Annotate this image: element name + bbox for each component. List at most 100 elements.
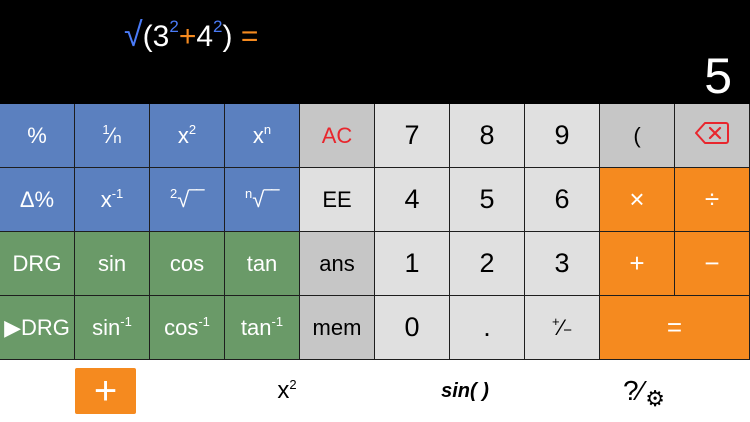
- digit-9-label: 9: [554, 120, 570, 150]
- mem-key[interactable]: mem: [300, 296, 375, 360]
- digit-2-label: 2: [479, 248, 495, 278]
- toolbar-square-base: x: [277, 377, 290, 404]
- percent-key-label: %: [27, 122, 47, 148]
- arccos-key-exponent: -1: [198, 314, 210, 329]
- digit-5-label: 5: [479, 184, 495, 214]
- digit-3-label: 3: [554, 248, 570, 278]
- minus-key[interactable]: −: [675, 232, 750, 296]
- digit-0-label: 0: [404, 312, 420, 342]
- digit-4-label: 4: [404, 184, 420, 214]
- digit-0-key[interactable]: 0: [375, 296, 450, 360]
- backspace-key[interactable]: [675, 104, 750, 168]
- square-key-exponent: 2: [188, 122, 197, 137]
- digit-6-key[interactable]: 6: [525, 168, 600, 232]
- ee-key[interactable]: EE: [300, 168, 375, 232]
- ans-key-label: ans: [319, 250, 355, 276]
- digit-5-key[interactable]: 5: [450, 168, 525, 232]
- digit-6-label: 6: [554, 184, 570, 214]
- negate-key[interactable]: + ⁄ −: [525, 296, 600, 360]
- inverse-key[interactable]: x -1: [75, 168, 150, 232]
- toolbar-square-button[interactable]: x2: [255, 366, 319, 416]
- result-display: 5: [704, 48, 732, 104]
- digit-7-label: 7: [404, 120, 420, 150]
- expression-open-paren: (: [142, 20, 153, 53]
- square-key[interactable]: x2: [150, 104, 225, 168]
- expression-equals: =: [240, 20, 259, 53]
- digit-4-key[interactable]: 4: [375, 168, 450, 232]
- toolbar-square-exponent: 2: [289, 376, 297, 392]
- arccos-key-base: cos: [164, 314, 199, 340]
- expression-base-2: 4: [196, 20, 214, 53]
- expression-exponent-2: 2: [213, 17, 223, 36]
- digit-9-key[interactable]: 9: [525, 104, 600, 168]
- divide-key-label: ÷: [704, 184, 720, 214]
- digit-8-key[interactable]: 8: [450, 104, 525, 168]
- expression-display: √(32+42) =: [124, 10, 259, 54]
- cos-key[interactable]: cos: [150, 232, 225, 296]
- square-root-sign: √‾‾: [177, 186, 204, 212]
- sin-key[interactable]: sin: [75, 232, 150, 296]
- clear-key[interactable]: AC: [300, 104, 375, 168]
- arctan-key-exponent: -1: [271, 314, 284, 329]
- reciprocal-key[interactable]: 1 ⁄ n: [75, 104, 150, 168]
- digit-1-label: 1: [404, 248, 420, 278]
- delta-percent-label: Δ%: [19, 186, 55, 212]
- nth-root-index: n: [245, 186, 253, 201]
- equals-key-label: =: [666, 312, 683, 342]
- digit-7-key[interactable]: 7: [375, 104, 450, 168]
- square-root-index: 2: [170, 186, 178, 201]
- arctan-key-base: tan: [240, 314, 272, 340]
- drg-convert-label: ▶DRG: [4, 314, 70, 340]
- toolbar-plus-label: +: [93, 369, 118, 413]
- minus-key-label: −: [704, 248, 720, 278]
- clear-key-label: AC: [321, 122, 353, 148]
- arcsin-key-exponent: -1: [120, 314, 132, 329]
- digit-8-label: 8: [479, 120, 495, 150]
- expression-exponent-1: 2: [169, 17, 179, 36]
- plus-key-label: +: [629, 248, 645, 278]
- digit-3-key[interactable]: 3: [525, 232, 600, 296]
- expression-base-1: 3: [152, 20, 170, 53]
- plus-key[interactable]: +: [600, 232, 675, 296]
- negate-key-plus: +: [551, 314, 560, 329]
- drg-convert-key[interactable]: ▶DRG: [0, 296, 75, 360]
- square-root-key[interactable]: 2 √‾‾: [150, 168, 225, 232]
- decimal-key[interactable]: .: [450, 296, 525, 360]
- drg-key[interactable]: DRG: [0, 232, 75, 296]
- display-panel: √(32+42) = 5: [0, 0, 750, 104]
- divide-key[interactable]: ÷: [675, 168, 750, 232]
- nth-root-sign: √‾‾: [252, 186, 279, 212]
- nth-root-key[interactable]: n √‾‾: [225, 168, 300, 232]
- inverse-key-exponent: -1: [111, 186, 124, 201]
- equals-key[interactable]: =: [600, 296, 750, 360]
- toolbar-plus-button[interactable]: +: [75, 368, 136, 414]
- sin-key-label: sin: [97, 250, 127, 276]
- ans-key[interactable]: ans: [300, 232, 375, 296]
- parenthesis-key-label: (: [633, 122, 641, 148]
- delta-percent-key[interactable]: Δ%: [0, 168, 75, 232]
- mem-key-label: mem: [312, 314, 362, 340]
- parenthesis-key[interactable]: (: [600, 104, 675, 168]
- power-key[interactable]: xn: [225, 104, 300, 168]
- ee-key-label: EE: [322, 186, 352, 212]
- bottom-toolbar: + x2 sin( ) ?⁄ ⚙: [0, 360, 750, 422]
- toolbar-trig-button[interactable]: sin( ): [420, 366, 510, 416]
- gear-icon: ⚙: [645, 386, 665, 411]
- digit-1-key[interactable]: 1: [375, 232, 450, 296]
- expression-operator: +: [178, 20, 197, 53]
- arccos-key[interactable]: cos -1: [150, 296, 225, 360]
- digit-2-key[interactable]: 2: [450, 232, 525, 296]
- arcsin-key[interactable]: sin -1: [75, 296, 150, 360]
- toolbar-help-label: ?⁄: [623, 375, 644, 406]
- toolbar-help-settings-button[interactable]: ?⁄ ⚙: [608, 362, 678, 420]
- cos-key-label: cos: [169, 250, 205, 276]
- negate-key-minus: −: [563, 322, 573, 339]
- tan-key[interactable]: tan: [225, 232, 300, 296]
- keypad: % 1 ⁄ n x2 xn AC 7 8 9 ( Δ% x -1 2 √‾‾ n √‾‾ …: [0, 104, 750, 360]
- multiply-key-label: ×: [629, 184, 645, 214]
- multiply-key[interactable]: ×: [600, 168, 675, 232]
- arctan-key[interactable]: tan -1: [225, 296, 300, 360]
- power-key-base: x: [252, 122, 264, 148]
- power-key-exponent: n: [263, 122, 272, 137]
- percent-key[interactable]: %: [0, 104, 75, 168]
